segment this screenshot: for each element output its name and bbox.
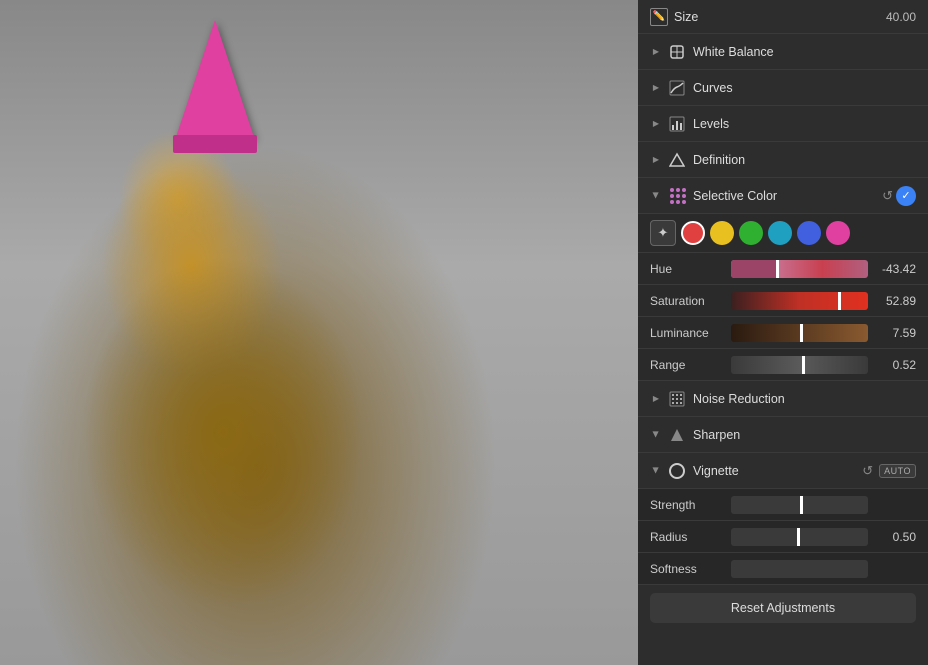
range-label: Range: [650, 358, 725, 372]
luminance-row: Luminance 7.59: [638, 317, 928, 349]
range-slider[interactable]: [731, 356, 868, 374]
noise-reduction-row[interactable]: ▶ Noise Reduction: [638, 381, 928, 417]
vignette-arrow: ▶: [650, 465, 662, 477]
swatch-red[interactable]: [681, 221, 705, 245]
sc-arrow: ▶: [650, 190, 662, 202]
levels-icon: [668, 115, 686, 133]
sharpen-arrow: ▶: [650, 429, 662, 441]
curves-label: Curves: [693, 81, 916, 95]
strength-row: Strength: [638, 489, 928, 521]
wb-icon: [668, 43, 686, 61]
size-value: 40.00: [886, 10, 916, 24]
swatch-magenta[interactable]: [826, 221, 850, 245]
vignette-reset-icon[interactable]: ↺: [862, 463, 873, 479]
vignette-label: Vignette: [693, 464, 862, 478]
sharpen-label: Sharpen: [693, 428, 916, 442]
dog-photo: [0, 0, 638, 665]
hue-value: -43.42: [874, 262, 916, 276]
radius-value: 0.50: [874, 530, 916, 544]
selective-color-header[interactable]: ▶ Selective Color ↺ ✓: [638, 178, 928, 214]
vignette-icon: [668, 462, 686, 480]
range-value: 0.52: [874, 358, 916, 372]
saturation-row: Saturation 52.89: [638, 285, 928, 317]
luminance-value: 7.59: [874, 326, 916, 340]
hue-row: Hue -43.42: [638, 253, 928, 285]
definition-icon: [668, 151, 686, 169]
white-balance-label: White Balance: [693, 45, 916, 59]
levels-row[interactable]: ▶ Levels: [638, 106, 928, 142]
photo-panel: [0, 0, 638, 665]
sc-dots-icon: [668, 187, 686, 205]
pencil-icon: ✏️: [650, 8, 668, 26]
sc-check-icon[interactable]: ✓: [896, 186, 916, 206]
eyedropper-button[interactable]: ✦: [650, 220, 676, 246]
range-row: Range 0.52: [638, 349, 928, 381]
hue-label: Hue: [650, 262, 725, 276]
size-row[interactable]: ✏️ Size 40.00: [638, 0, 928, 34]
reset-adjustments-button[interactable]: Reset Adjustments: [650, 593, 916, 623]
definition-arrow: ▶: [650, 154, 662, 166]
luminance-label: Luminance: [650, 326, 725, 340]
radius-label: Radius: [650, 530, 725, 544]
wb-arrow: ▶: [650, 46, 662, 58]
saturation-slider[interactable]: [731, 292, 868, 310]
levels-arrow: ▶: [650, 118, 662, 130]
softness-row: Softness: [638, 553, 928, 585]
swatch-cyan[interactable]: [768, 221, 792, 245]
party-hat: [175, 20, 255, 150]
curves-arrow: ▶: [650, 82, 662, 94]
size-label: Size: [674, 10, 878, 24]
strength-slider[interactable]: [731, 496, 868, 514]
radius-slider[interactable]: [731, 528, 868, 546]
white-balance-row[interactable]: ▶ White Balance: [638, 34, 928, 70]
color-swatches-row: ✦: [638, 214, 928, 253]
adjustments-panel: ✏️ Size 40.00 ▶ White Balance ▶ Curves ▶…: [638, 0, 928, 665]
saturation-value: 52.89: [874, 294, 916, 308]
definition-row[interactable]: ▶ Definition: [638, 142, 928, 178]
vignette-header[interactable]: ▶ Vignette ↺ AUTO: [638, 453, 928, 489]
auto-badge[interactable]: AUTO: [879, 464, 916, 478]
sharpen-icon: [668, 426, 686, 444]
curves-row[interactable]: ▶ Curves: [638, 70, 928, 106]
swatch-green[interactable]: [739, 221, 763, 245]
strength-label: Strength: [650, 498, 725, 512]
noise-arrow: ▶: [650, 393, 662, 405]
hue-slider[interactable]: [731, 260, 868, 278]
swatch-yellow[interactable]: [710, 221, 734, 245]
sc-action-icons: ↺ ✓: [882, 186, 916, 206]
noise-icon: [668, 390, 686, 408]
softness-label: Softness: [650, 562, 725, 576]
swatch-blue[interactable]: [797, 221, 821, 245]
sc-reset-icon[interactable]: ↺: [882, 188, 893, 204]
softness-slider[interactable]: [731, 560, 868, 578]
selective-color-label: Selective Color: [693, 189, 882, 203]
levels-label: Levels: [693, 117, 916, 131]
luminance-slider[interactable]: [731, 324, 868, 342]
definition-label: Definition: [693, 153, 916, 167]
saturation-label: Saturation: [650, 294, 725, 308]
noise-reduction-label: Noise Reduction: [693, 392, 916, 406]
curves-icon: [668, 79, 686, 97]
sharpen-row[interactable]: ▶ Sharpen: [638, 417, 928, 453]
radius-row: Radius 0.50: [638, 521, 928, 553]
